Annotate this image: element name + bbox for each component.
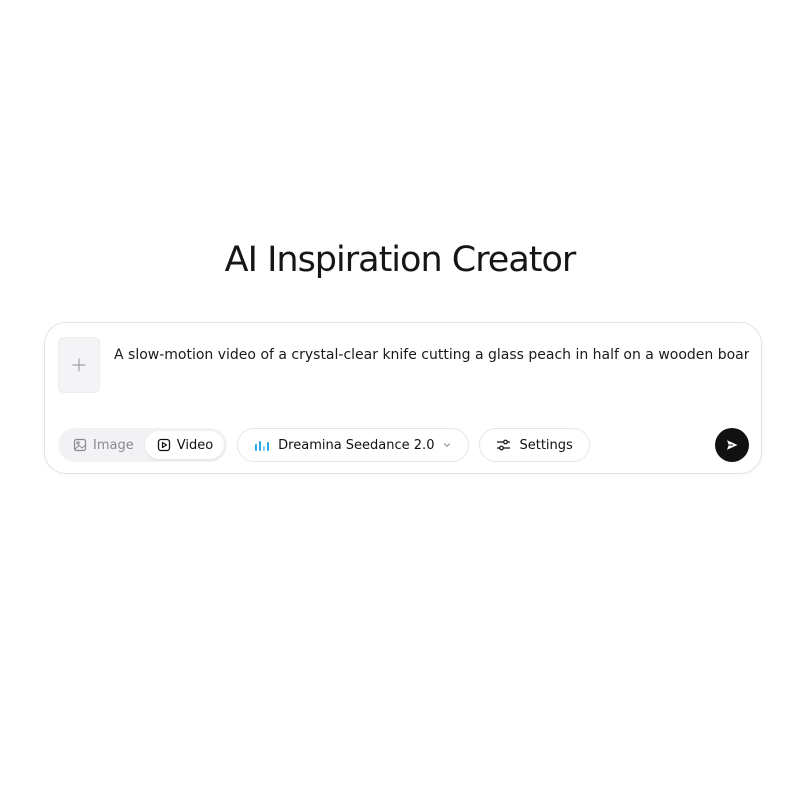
- video-icon: [157, 438, 170, 452]
- prompt-input[interactable]: A slow-motion video of a crystal-clear k…: [114, 343, 749, 367]
- send-icon: [727, 440, 738, 450]
- image-icon: [73, 438, 87, 452]
- send-button[interactable]: [715, 428, 749, 462]
- add-reference-button[interactable]: [58, 337, 100, 393]
- mode-switch: Image Video: [58, 428, 228, 462]
- mode-video-label: Video: [176, 437, 214, 453]
- prompt-composer: A slow-motion video of a crystal-clear k…: [44, 322, 762, 474]
- prompt-text: A slow-motion video of a crystal-clear k…: [114, 347, 749, 363]
- mode-image-button[interactable]: Image: [61, 431, 145, 459]
- mode-image-label: Image: [93, 437, 134, 453]
- model-selector-label: Dreamina Seedance 2.0: [278, 437, 435, 453]
- settings-label: Settings: [519, 437, 573, 453]
- chevron-down-icon: [444, 443, 451, 447]
- page-title: AI Inspiration Creator: [224, 240, 577, 280]
- model-bars-icon: [255, 441, 270, 451]
- composer-controls: Image Video Dreamina Seedance 2.0 Settin…: [58, 428, 590, 462]
- sliders-icon: [497, 439, 511, 451]
- plus-icon: [72, 358, 86, 372]
- page: AI Inspiration Creator A slow-motion vid…: [0, 0, 800, 800]
- settings-button[interactable]: Settings: [479, 428, 590, 462]
- mode-video-button[interactable]: Video: [144, 431, 225, 459]
- model-selector[interactable]: Dreamina Seedance 2.0: [237, 428, 470, 462]
